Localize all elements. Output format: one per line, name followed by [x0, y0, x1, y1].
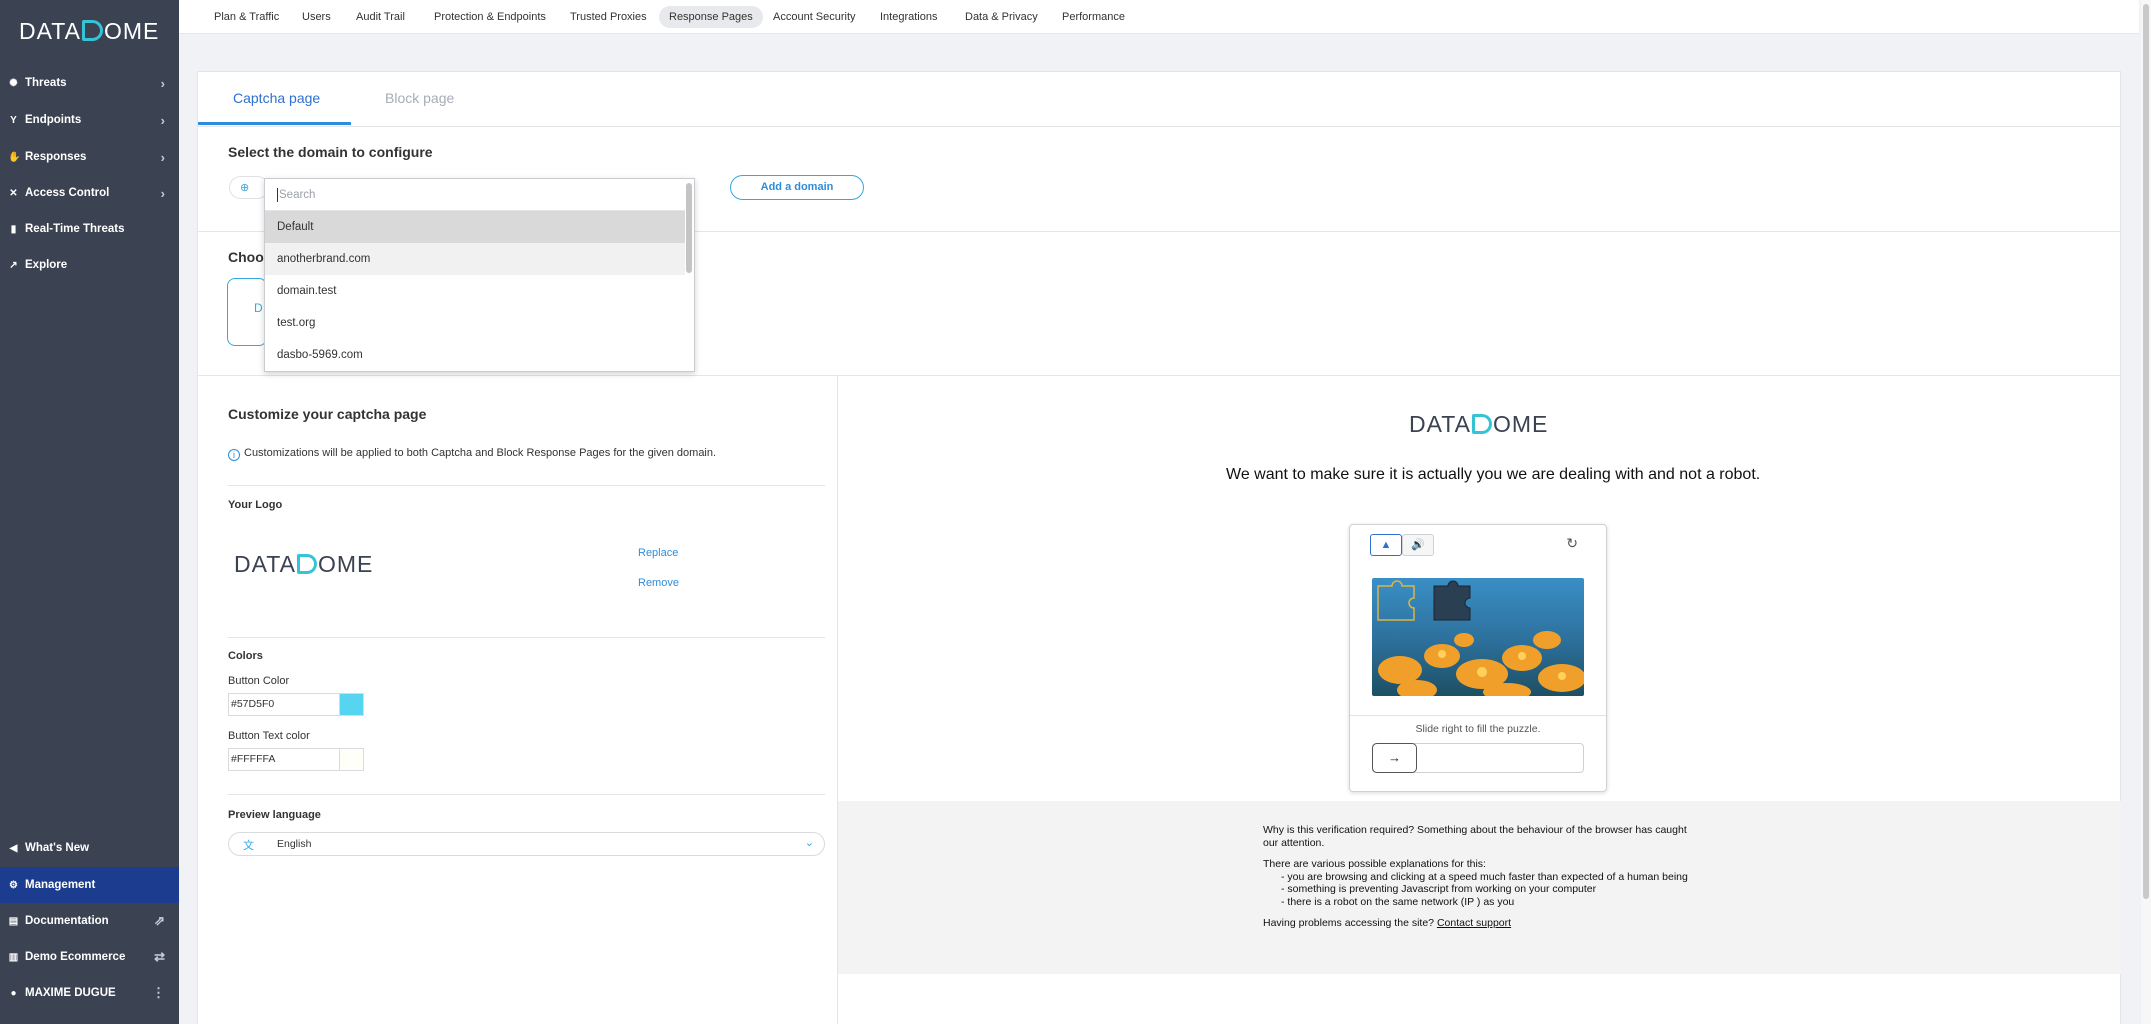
tab-users[interactable]: Users: [292, 6, 341, 28]
replace-logo-link[interactable]: Replace: [638, 547, 678, 559]
add-domain-button[interactable]: Add a domain: [730, 175, 864, 200]
sidebar-item-realtime-threats[interactable]: ▮ Real-Time Threats: [0, 211, 179, 247]
preview-language-select[interactable]: 文 English ⌄: [228, 832, 825, 856]
button-text-color-label: Button Text color: [228, 730, 310, 742]
domain-dropdown: Search Default anotherbrand.com domain.t…: [264, 178, 695, 372]
tab-account-security[interactable]: Account Security: [763, 6, 866, 28]
button-text-color-swatch[interactable]: [339, 748, 364, 771]
domain-select[interactable]: ⊕: [229, 176, 269, 199]
tab-performance[interactable]: Performance: [1052, 6, 1135, 28]
translate-icon: 文: [243, 840, 254, 852]
button-color-swatch[interactable]: [339, 693, 364, 716]
button-color-label: Button Color: [228, 675, 290, 687]
sidebar-item-whats-new[interactable]: ◀ What's New: [0, 830, 179, 866]
sidebar-item-threats[interactable]: ✺ Threats ›: [0, 65, 179, 101]
explanation-text: Why is this verification required? Somet…: [1263, 824, 1688, 929]
threats-icon: ✺: [9, 77, 18, 89]
top-navigation: Plan & Traffic Users Audit Trail Protect…: [179, 0, 2139, 34]
sidebar-item-management[interactable]: ⚙ Management: [0, 867, 179, 903]
sidebar-item-user[interactable]: ● MAXIME DUGUE ⋮: [0, 975, 179, 1011]
chevron-right-icon: ›: [160, 149, 165, 165]
globe-icon: ⊕: [240, 182, 250, 194]
tab-plan-traffic[interactable]: Plan & Traffic: [204, 6, 289, 28]
customize-info: i Customizations will be applied to both …: [228, 447, 716, 461]
tab-response-pages[interactable]: Response Pages: [659, 6, 763, 28]
access-control-icon: ✕: [9, 187, 18, 199]
logo-d-mark: [81, 20, 103, 41]
divider: [228, 637, 825, 638]
divider: [228, 794, 825, 795]
sidebar-item-access-control[interactable]: ✕ Access Control ›: [0, 175, 179, 211]
image-challenge-icon[interactable]: ▲: [1370, 534, 1402, 556]
datadome-logo[interactable]: DATA OME: [19, 18, 159, 45]
preview-language-label: Preview language: [228, 809, 321, 821]
puzzle-slider[interactable]: →: [1372, 743, 1584, 773]
info-icon: i: [228, 449, 240, 461]
divider: [228, 485, 825, 486]
colors-label: Colors: [228, 650, 263, 662]
chevron-right-icon: ›: [160, 185, 165, 201]
sidebar: DATA OME ✺ Threats › Y Endpoints › ✋ Responses…: [0, 0, 179, 1024]
endpoints-icon: Y: [10, 114, 17, 126]
document-icon: ▤: [8, 915, 19, 927]
puzzle-image: [1372, 578, 1584, 696]
sidebar-item-responses[interactable]: ✋ Responses ›: [0, 139, 179, 175]
preview-message: We want to make sure it is actually you …: [1226, 466, 1761, 483]
divider: [198, 126, 2120, 127]
select-domain-title: Select the domain to configure: [228, 144, 433, 160]
active-tab-indicator: [198, 122, 351, 125]
tab-integrations[interactable]: Integrations: [870, 6, 947, 28]
remove-logo-link[interactable]: Remove: [638, 577, 679, 589]
tab-block-page[interactable]: Block page: [385, 90, 454, 106]
logo-label: Your Logo: [228, 499, 283, 511]
sidebar-item-demo-ecommerce[interactable]: ▥ Demo Ecommerce ⇄: [0, 939, 179, 975]
responses-icon: ✋: [8, 151, 21, 163]
refresh-icon[interactable]: ↻: [1566, 535, 1578, 552]
dropdown-option[interactable]: Default: [265, 211, 685, 243]
sidebar-item-endpoints[interactable]: Y Endpoints ›: [0, 102, 179, 138]
sidebar-item-explore[interactable]: ↗ Explore: [0, 247, 179, 283]
realtime-icon: ▮: [10, 223, 17, 235]
template-option[interactable]: D: [227, 278, 267, 346]
sidebar-item-documentation[interactable]: ▤ Documentation ⇗: [0, 903, 179, 939]
gear-icon: ⚙: [9, 879, 18, 891]
tab-audit-trail[interactable]: Audit Trail: [346, 6, 415, 28]
slide-instruction: Slide right to fill the puzzle.: [1415, 723, 1541, 735]
audio-challenge-icon[interactable]: 🔊: [1402, 534, 1434, 556]
more-vertical-icon: ⋮: [152, 985, 165, 1000]
button-color-input[interactable]: #57D5F0: [228, 693, 340, 716]
external-link-icon: ⇗: [154, 913, 165, 928]
dropdown-option[interactable]: anotherbrand.com: [265, 243, 685, 275]
button-text-color-input[interactable]: #FFFFFA: [228, 748, 340, 771]
captcha-widget: ▲ 🔊 ↻ Slide right to fill the puzzle. →: [1349, 524, 1607, 792]
tab-protection-endpoints[interactable]: Protection & Endpoints: [424, 6, 556, 28]
captcha-separator: [1350, 715, 1606, 716]
store-icon: ▥: [8, 951, 19, 963]
arrow-right-icon[interactable]: →: [1372, 743, 1417, 773]
tab-captcha-page[interactable]: Captcha page: [233, 90, 320, 106]
dropdown-scrollbar[interactable]: [686, 183, 692, 273]
explore-icon: ↗: [9, 259, 18, 271]
custom-logo-image: DATA OME: [234, 551, 374, 577]
domain-search-input[interactable]: Search: [265, 179, 685, 211]
tab-trusted-proxies[interactable]: Trusted Proxies: [560, 6, 657, 28]
switch-icon: ⇄: [154, 949, 165, 964]
preview-logo: DATA OME: [1409, 411, 1549, 437]
chevron-right-icon: ›: [160, 75, 165, 91]
dropdown-option[interactable]: domain.test: [265, 275, 685, 307]
contact-support-link[interactable]: Contact support: [1437, 917, 1511, 929]
chevron-down-icon: ⌄: [804, 837, 814, 849]
megaphone-icon: ◀: [9, 842, 18, 854]
chevron-right-icon: ›: [160, 112, 165, 128]
dropdown-option[interactable]: test.org: [265, 307, 685, 339]
user-icon: ●: [10, 987, 17, 999]
page-scrollbar[interactable]: [2141, 0, 2151, 1024]
divider: [198, 375, 2120, 376]
customize-title: Customize your captcha page: [228, 406, 427, 422]
dropdown-option[interactable]: dasbo-5969.com: [265, 339, 685, 371]
tab-data-privacy[interactable]: Data & Privacy: [955, 6, 1048, 28]
